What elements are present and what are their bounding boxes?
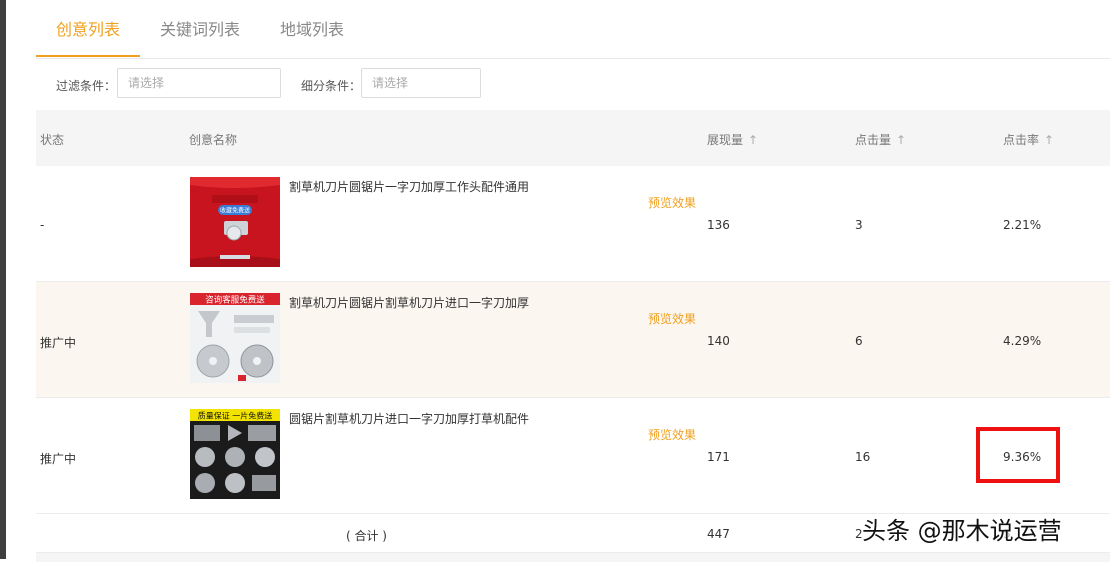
impressions-value: 171: [707, 450, 730, 464]
filter-bar: 过滤条件： 细分条件：: [36, 66, 1110, 102]
header-ctr[interactable]: 点击率 ↑: [1003, 131, 1054, 148]
sort-arrow-icon[interactable]: ↑: [748, 133, 758, 147]
creative-thumbnail: 收藏免费送: [190, 177, 280, 267]
creative-title: 圆锯片割草机刀片进口一字刀加厚打草机配件: [289, 412, 530, 426]
total-label: ( 合计 ): [346, 529, 387, 543]
tab-bar: 创意列表 关键词列表 地域列表: [36, 0, 1110, 59]
segment-select-input[interactable]: [362, 69, 480, 97]
table-row: 推广中 质量保证 一片免费送 圆锯片割草机刀片进口一字刀加厚打草机配件 预览效果…: [36, 398, 1110, 514]
tab-creative-list[interactable]: 创意列表: [56, 16, 120, 40]
window-edge: [0, 0, 6, 559]
tab-keyword-list[interactable]: 关键词列表: [160, 16, 240, 40]
header-creative-name: 创意名称: [189, 133, 238, 147]
creative-table: 状态 创意名称 展现量 ↑ 点击量 ↑ 点击率 ↑ - 收藏免费送 割草机刀片圆锯片一…: [36, 110, 1110, 562]
annotation-highlight-box: [976, 427, 1060, 483]
header-status: 状态: [40, 133, 65, 147]
thumbnail-banner: 咨询客服免费送: [205, 295, 265, 306]
header-impressions[interactable]: 展现量 ↑: [707, 131, 758, 148]
preview-link[interactable]: 预览效果: [648, 426, 696, 443]
sort-arrow-icon[interactable]: ↑: [1044, 133, 1054, 147]
segment-label: 细分条件：: [301, 79, 362, 93]
preview-link[interactable]: 预览效果: [648, 194, 696, 211]
total-impressions: 447: [707, 527, 730, 541]
status-text: 推广中: [40, 452, 77, 466]
clicks-value: 6: [855, 334, 863, 348]
ctr-value: 2.21%: [1003, 218, 1042, 232]
impressions-value: 136: [707, 218, 730, 232]
thumbnail-badge: 收藏免费送: [220, 207, 250, 215]
filter-select-input[interactable]: [118, 69, 280, 97]
tab-region-list[interactable]: 地域列表: [280, 16, 344, 40]
status-text: 推广中: [40, 336, 77, 350]
thumbnail-banner: 质量保证 一片免费送: [198, 411, 273, 421]
creative-title: 割草机刀片圆锯片割草机刀片进口一字刀加厚: [289, 296, 530, 310]
preview-link[interactable]: 预览效果: [648, 310, 696, 327]
clicks-value: 3: [855, 218, 863, 232]
table-row: - 收藏免费送 割草机刀片圆锯片一字刀加厚工作头配件通用 预览效果 136 3 …: [36, 166, 1110, 282]
filter-select[interactable]: [117, 68, 281, 98]
status-text: -: [40, 218, 45, 232]
table-header: 状态 创意名称 展现量 ↑ 点击量 ↑ 点击率 ↑: [36, 110, 1110, 166]
impressions-value: 140: [707, 334, 730, 348]
header-clicks[interactable]: 点击量 ↑: [855, 131, 906, 148]
watermark: 头条 @那木说运营: [862, 517, 1062, 545]
ctr-value: 4.29%: [1003, 334, 1042, 348]
creative-thumbnail: 咨询客服免费送: [190, 293, 280, 383]
filter-label: 过滤条件：: [56, 79, 117, 93]
table-footer: [36, 553, 1110, 562]
creative-thumbnail: 质量保证 一片免费送: [190, 409, 280, 499]
sort-arrow-icon[interactable]: ↑: [896, 133, 906, 147]
creative-title: 割草机刀片圆锯片一字刀加厚工作头配件通用: [289, 180, 530, 194]
active-tab-indicator: [36, 55, 140, 57]
table-row: 推广中 咨询客服免费送 割草机刀片圆锯片割草机刀片进口一字刀加厚 预览效果 14…: [36, 282, 1110, 398]
clicks-value: 16: [855, 450, 871, 464]
segment-select[interactable]: [361, 68, 481, 98]
